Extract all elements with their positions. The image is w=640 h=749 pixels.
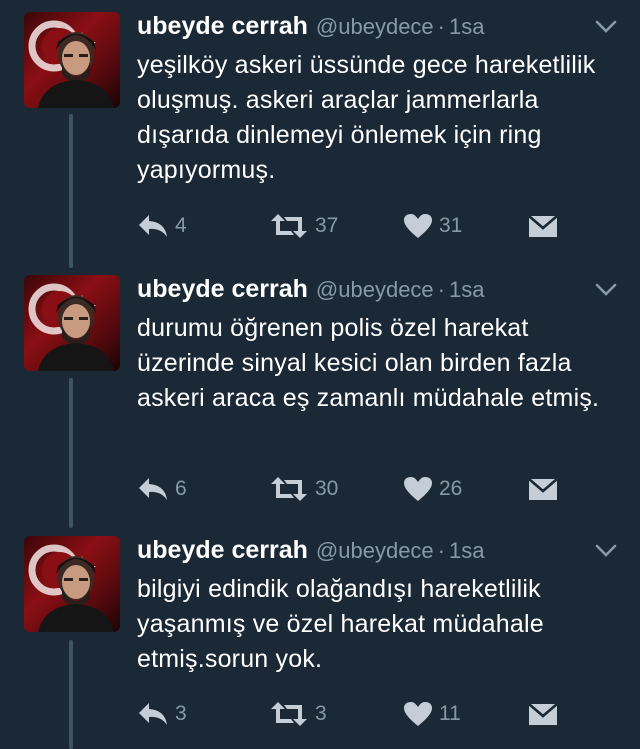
tweet[interactable]: ubeyde cerrah @ubeydece · 1sa bilgiyi edind… [0, 536, 640, 746]
tweet-text: durumu öğrenen polis özel harekat üzerin… [137, 314, 600, 412]
direct-message-button[interactable] [527, 209, 559, 243]
reply-icon [137, 213, 169, 239]
tweet-header: ubeyde cerrah @ubeydece · 1sa [137, 12, 607, 48]
display-name[interactable]: ubeyde cerrah [137, 275, 308, 303]
tweet-header: ubeyde cerrah @ubeydece · 1sa [137, 275, 607, 311]
reply-button[interactable]: 6 [137, 472, 187, 506]
envelope-icon [527, 701, 559, 727]
like-button[interactable]: 31 [403, 209, 462, 243]
heart-icon [403, 213, 433, 239]
like-count: 26 [439, 477, 463, 500]
avatar[interactable] [24, 536, 120, 632]
reply-count: 6 [175, 477, 187, 500]
retweet-button[interactable]: 30 [269, 472, 338, 506]
like-button[interactable]: 11 [403, 697, 461, 731]
username[interactable]: @ubeydece [316, 277, 434, 302]
reply-icon [137, 701, 169, 727]
tweet-actions: 3 3 11 [137, 697, 617, 731]
tweet-text: bilgiyi edindik olağandışı hareketlilik … [137, 575, 544, 673]
direct-message-button[interactable] [527, 472, 559, 506]
chevron-down-icon[interactable] [594, 542, 618, 560]
retweet-button[interactable]: 37 [269, 209, 338, 243]
tweet-actions: 4 37 31 [137, 209, 617, 243]
like-button[interactable]: 26 [403, 472, 462, 506]
separator: · [437, 538, 445, 563]
tweet-text: yeşilköy askeri üssünde gece hareketlili… [137, 51, 596, 184]
timestamp[interactable]: 1sa [449, 14, 484, 39]
retweet-icon [269, 213, 309, 239]
timestamp[interactable]: 1sa [449, 277, 484, 302]
username[interactable]: @ubeydece [316, 538, 434, 563]
reply-button[interactable]: 4 [137, 209, 187, 243]
retweet-icon [269, 701, 309, 727]
avatar[interactable] [24, 275, 120, 371]
username[interactable]: @ubeydece [316, 14, 434, 39]
like-count: 11 [439, 702, 461, 725]
envelope-icon [527, 476, 559, 502]
tweet-header: ubeyde cerrah @ubeydece · 1sa [137, 536, 607, 572]
display-name[interactable]: ubeyde cerrah [137, 536, 308, 564]
retweet-count: 30 [315, 477, 339, 500]
envelope-icon [527, 213, 559, 239]
retweet-count: 37 [315, 214, 339, 237]
retweet-button[interactable]: 3 [269, 697, 327, 731]
chevron-down-icon[interactable] [594, 281, 618, 299]
timestamp[interactable]: 1sa [449, 538, 484, 563]
heart-icon [403, 476, 433, 502]
separator: · [437, 277, 445, 302]
tweet[interactable]: ubeyde cerrah @ubeydece · 1sa yeşilköy aske… [0, 12, 640, 262]
tweet-actions: 6 30 26 [137, 472, 617, 506]
retweet-count: 3 [315, 702, 327, 725]
display-name[interactable]: ubeyde cerrah [137, 12, 308, 40]
direct-message-button[interactable] [527, 697, 559, 731]
reply-count: 3 [175, 702, 187, 725]
tweet[interactable]: ubeyde cerrah @ubeydece · 1sa durumu öğrene… [0, 275, 640, 525]
chevron-down-icon[interactable] [594, 18, 618, 36]
retweet-icon [269, 476, 309, 502]
heart-icon [403, 701, 433, 727]
separator: · [437, 14, 445, 39]
reply-icon [137, 476, 169, 502]
reply-button[interactable]: 3 [137, 697, 187, 731]
avatar[interactable] [24, 12, 120, 108]
like-count: 31 [439, 214, 463, 237]
reply-count: 4 [175, 214, 187, 237]
